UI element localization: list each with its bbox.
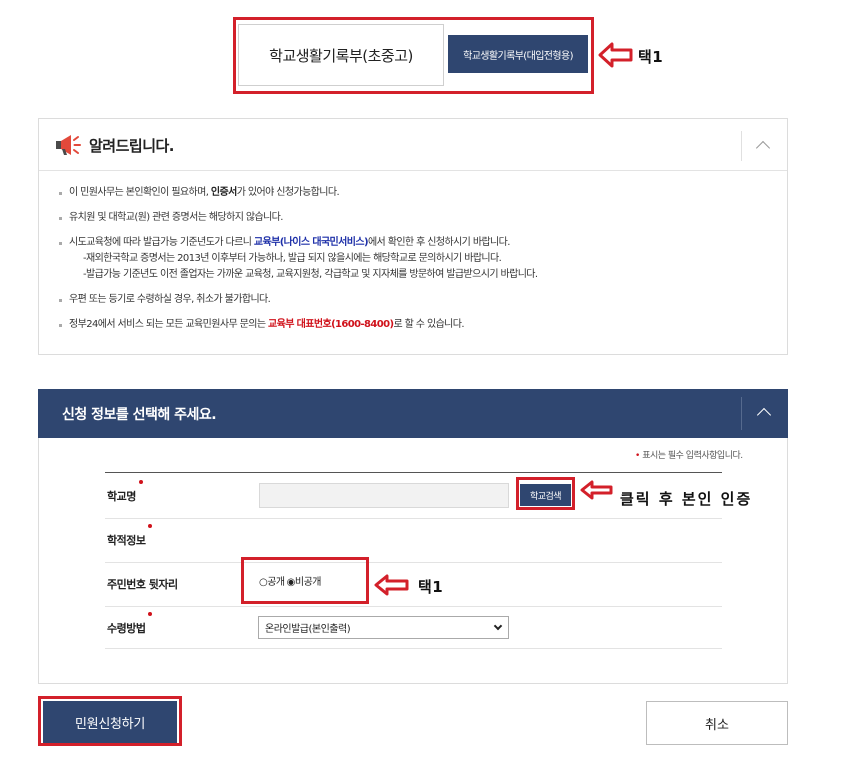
required-note: • 표시는 필수 입력사항입니다.	[635, 448, 743, 461]
notice-text: 에서 확인한 후 신청하시기 바랍니다.	[367, 237, 511, 248]
form-top-border	[105, 472, 722, 473]
divider	[741, 397, 742, 430]
notice-text: 이 민원사무는 본인확인이 필요하며,	[69, 187, 211, 198]
row-divider	[105, 562, 722, 563]
notice-text: 가 있어야 신청가능합니다.	[236, 187, 340, 198]
notice-item: 이 민원사무는 본인확인이 필요하며, 인증서가 있어야 신청가능합니다.	[59, 185, 779, 201]
label-text: 학적정보	[107, 534, 146, 547]
annotation-arrow-icon	[374, 574, 409, 596]
school-name-input[interactable]	[259, 483, 509, 508]
label-text: 학교명	[107, 490, 136, 503]
annotation-box-tabs	[233, 17, 594, 94]
notice-subitem: -재외한국학교 증명서는 2013년 이후부터 가능하나, 발급 되지 않을시에…	[83, 253, 502, 264]
apply-title: 신청 정보를 선택해 주세요.	[62, 407, 217, 423]
notice-item: 정부24에서 서비스 되는 모든 교육민원사무 문의는 교육부 대표번호(160…	[59, 317, 779, 333]
ministry-phone-number: 교육부 대표번호(1600-8400)	[268, 319, 394, 330]
notice-text: 우편 또는 등기로 수령하실 경우, 취소가 불가합니다.	[69, 294, 271, 305]
required-dot-icon	[138, 480, 143, 484]
notice-header[interactable]: 알려드립니다.	[39, 119, 787, 171]
school-name-label: 학교명	[107, 480, 143, 504]
row-divider	[105, 648, 722, 649]
notice-panel: 알려드립니다. 이 민원사무는 본인확인이 필요하며, 인증서가 있어야 신청가…	[38, 118, 788, 355]
megaphone-icon	[56, 135, 81, 155]
notice-title: 알려드립니다.	[89, 137, 175, 155]
row-divider	[105, 606, 722, 607]
annotation-box-submit	[38, 696, 182, 746]
divider	[741, 131, 742, 161]
required-dot-icon	[148, 612, 153, 616]
chevron-down-icon	[493, 621, 503, 631]
receive-method-label: 수령방법	[107, 612, 153, 636]
notice-list: 이 민원사무는 본인확인이 필요하며, 인증서가 있어야 신청가능합니다. 유치…	[59, 185, 779, 342]
notice-bold-text: 인증서	[210, 187, 237, 198]
cancel-button[interactable]: 취소	[646, 701, 788, 745]
notice-item: 우편 또는 등기로 수령하실 경우, 취소가 불가합니다.	[59, 292, 779, 308]
select-value: 온라인발급(본인출력)	[265, 624, 351, 635]
receive-method-select[interactable]: 온라인발급(본인출력)	[258, 616, 509, 639]
required-dot-icon	[148, 524, 153, 528]
required-dot-icon: •	[635, 451, 640, 461]
rrn-label: 주민번호 뒷자리	[107, 576, 178, 592]
label-text: 주민번호 뒷자리	[107, 578, 178, 591]
chevron-up-icon[interactable]	[755, 140, 771, 156]
annotation-arrow-icon	[580, 480, 613, 500]
annotation-search-note: 클릭 후 본인 인증	[620, 490, 753, 508]
row-divider	[105, 518, 722, 519]
annotation-radio-note: 택1	[418, 578, 444, 596]
annotation-tab-note: 택1	[638, 48, 664, 66]
annotation-box-search	[516, 477, 575, 510]
annotation-arrow-icon	[598, 42, 633, 68]
annotation-box-radios	[241, 557, 369, 604]
neis-link[interactable]: 교육부(나이스 대국민서비스)	[254, 237, 369, 248]
notice-item: 시도교육청에 따라 발급가능 기준년도가 다르니 교육부(나이스 대국민서비스)…	[59, 235, 779, 283]
apply-panel: 신청 정보를 선택해 주세요. • 표시는 필수 입력사항입니다. 학교명 학교…	[38, 389, 788, 684]
notice-subitem: -발급가능 기준년도 이전 졸업자는 가까운 교육청, 교육지원청, 각급학교 …	[83, 269, 538, 280]
notice-text: 시도교육청에 따라 발급가능 기준년도가 다르니	[69, 237, 254, 248]
academic-info-label: 학적정보	[107, 524, 153, 548]
label-text: 수령방법	[107, 622, 146, 635]
notice-item: 유치원 및 대학교(원) 관련 증명서는 해당하지 않습니다.	[59, 210, 779, 226]
notice-text: 유치원 및 대학교(원) 관련 증명서는 해당하지 않습니다.	[69, 212, 283, 223]
apply-header[interactable]: 신청 정보를 선택해 주세요.	[38, 389, 788, 438]
notice-text: 로 할 수 있습니다.	[393, 319, 464, 330]
chevron-up-icon[interactable]	[756, 407, 772, 423]
required-note-text: 표시는 필수 입력사항입니다.	[642, 451, 743, 461]
notice-text: 정부24에서 서비스 되는 모든 교육민원사무 문의는	[69, 319, 268, 330]
